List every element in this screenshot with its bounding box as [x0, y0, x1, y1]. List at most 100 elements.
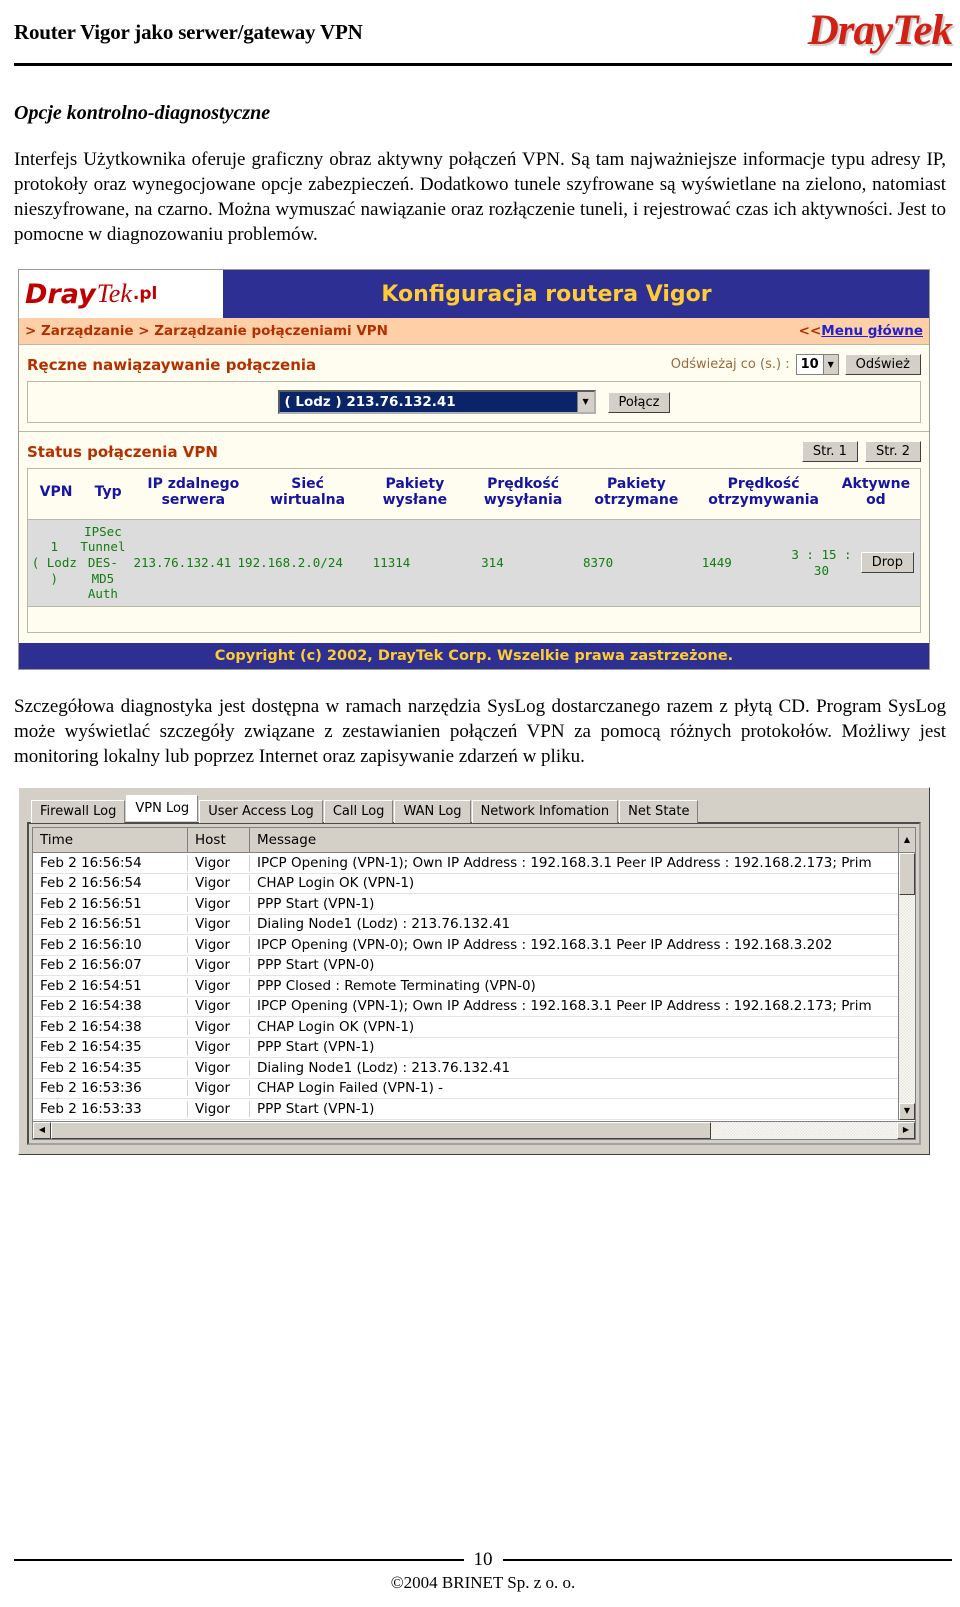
cell-host: Vigor	[188, 936, 250, 953]
cell-packets-sent: 11314	[372, 554, 411, 570]
page-content: Opcje kontrolno-diagnostyczne Interfejs …	[0, 102, 960, 1155]
list-item[interactable]: Feb 2 16:54:38 Vigor IPCP Opening (VPN-1…	[33, 997, 898, 1018]
cell-message: PPP Start (VPN-1)	[257, 1100, 375, 1117]
vpn-profile-selected: ( Lodz ) 213.76.132.41	[279, 392, 577, 413]
cell-message: IPCP Opening (VPN-1); Own IP Address : 1…	[257, 854, 872, 871]
scroll-left-icon[interactable]: ◀	[33, 1121, 51, 1139]
col-vpn: VPN	[39, 484, 73, 501]
cell-time: Feb 2 16:54:38	[33, 1018, 188, 1035]
manual-connect-section: Ręczne nawiązaywanie połączenia Odświeża…	[19, 344, 929, 431]
cell-host: Vigor	[188, 977, 250, 994]
log-grid-container: Time Host Message ▲ Feb 2 16:56:54 Vigor…	[27, 822, 921, 1145]
router-logo-tek: Tek	[96, 279, 132, 309]
cell-time: Feb 2 16:56:51	[33, 916, 188, 933]
horizontal-scrollbar-track[interactable]	[711, 1121, 897, 1139]
table-row: 1 ( Lodz ) IPSec Tunnel DES-MD5 Auth 213…	[27, 519, 921, 607]
list-item[interactable]: Feb 2 16:53:33 Vigor PPP Start (VPN-1)	[33, 1099, 898, 1120]
router-topbar: Dray Tek .pl Konfiguracja routera Vigor	[19, 270, 929, 319]
col-typ: Typ	[94, 484, 122, 501]
col-remote-ip: IP zdalnego serwera	[147, 476, 240, 508]
tab-user-access-log[interactable]: User Access Log	[199, 800, 323, 824]
column-header-host[interactable]: Host	[188, 828, 250, 853]
list-item[interactable]: Feb 2 16:56:51 Vigor Dialing Node1 (Lodz…	[33, 915, 898, 936]
page-1-button[interactable]: Str. 1	[801, 441, 858, 463]
tab-wan-log[interactable]: WAN Log	[394, 800, 471, 824]
log-grid: Time Host Message ▲ Feb 2 16:56:54 Vigor…	[32, 827, 916, 1140]
log-grid-header: Time Host Message ▲	[33, 828, 915, 854]
footer-rule-row: 10	[14, 1549, 952, 1571]
cell-time: Feb 2 16:53:36	[33, 1080, 188, 1097]
cell-speed-recv: 1449	[701, 554, 732, 570]
cell-time: Feb 2 16:54:51	[33, 977, 188, 994]
refresh-interval-label: Odświeżaj co (s.) :	[670, 357, 790, 373]
cell-remote-ip: 213.76.132.41	[133, 554, 232, 570]
vertical-scrollbar-track[interactable]	[899, 895, 915, 1103]
scroll-right-icon[interactable]: ▶	[897, 1121, 915, 1139]
cell-time: Feb 2 16:54:35	[33, 1039, 188, 1056]
list-item[interactable]: Feb 2 16:54:51 Vigor PPP Closed : Remote…	[33, 976, 898, 997]
list-item[interactable]: Feb 2 16:54:38 Vigor CHAP Login OK (VPN-…	[33, 1017, 898, 1038]
cell-time: Feb 2 16:56:54	[33, 875, 188, 892]
cell-message: CHAP Login OK (VPN-1)	[257, 1018, 415, 1035]
horizontal-scrollbar[interactable]: ◀ ▶	[33, 1120, 915, 1139]
cell-host: Vigor	[188, 957, 250, 974]
cell-host: Vigor	[188, 916, 250, 933]
column-header-message[interactable]: Message	[250, 828, 898, 853]
column-header-time[interactable]: Time	[33, 828, 188, 853]
chevron-down-icon: ▼	[576, 392, 594, 413]
vertical-scrollbar-thumb[interactable]	[899, 853, 915, 896]
router-logo: Dray Tek .pl	[19, 270, 224, 319]
table-empty-area	[27, 606, 921, 633]
profile-select-panel: ( Lodz ) 213.76.132.41 ▼ Połącz	[27, 381, 921, 424]
tab-firewall-log[interactable]: Firewall Log	[31, 800, 126, 824]
horizontal-scrollbar-thumb[interactable]	[51, 1121, 711, 1139]
footer-rule-left	[14, 1559, 464, 1561]
router-title: Konfiguracja routera Vigor	[381, 281, 712, 307]
cell-host: Vigor	[188, 875, 250, 892]
page-header: Router Vigor jako serwer/gateway VPN Dra…	[0, 0, 960, 72]
refresh-controls: Odświeżaj co (s.) : 10 ▼ Odśwież	[670, 354, 921, 376]
router-web-ui-screenshot: Dray Tek .pl Konfiguracja routera Vigor …	[18, 269, 930, 670]
list-item[interactable]: Feb 2 16:56:54 Vigor IPCP Opening (VPN-1…	[33, 853, 898, 874]
tab-vpn-log[interactable]: VPN Log	[126, 795, 199, 822]
cell-time: Feb 2 16:56:51	[33, 895, 188, 912]
list-item[interactable]: Feb 2 16:56:07 Vigor PPP Start (VPN-0)	[33, 956, 898, 977]
connect-button[interactable]: Połącz	[607, 391, 671, 413]
vertical-scrollbar[interactable]: ▼	[898, 853, 915, 1120]
footer-rule-right	[502, 1559, 952, 1561]
page-number: 10	[473, 1549, 493, 1570]
log-grid-body: Feb 2 16:56:54 Vigor IPCP Opening (VPN-1…	[33, 853, 898, 1120]
tab-call-log[interactable]: Call Log	[323, 800, 394, 824]
list-item[interactable]: Feb 2 16:54:35 Vigor Dialing Node1 (Lodz…	[33, 1058, 898, 1079]
router-copyright: Copyright (c) 2002, DrayTek Corp. Wszelk…	[19, 640, 929, 669]
draytek-logo: DrayTek	[734, 2, 953, 58]
cell-typ: IPSec Tunnel DES-MD5 Auth	[80, 523, 126, 602]
cell-host: Vigor	[188, 998, 250, 1015]
drop-button[interactable]: Drop	[860, 552, 914, 574]
drop-button-wrap: Drop	[860, 552, 918, 574]
cell-time: Feb 2 16:56:10	[33, 936, 188, 953]
tab-network-infomation[interactable]: Network Infomation	[471, 800, 619, 824]
cell-message: PPP Closed : Remote Terminating (VPN-0)	[257, 977, 536, 994]
tab-net-state[interactable]: Net State	[619, 800, 699, 824]
breadcrumb-bar: > Zarządzanie > Zarządzanie połączeniami…	[19, 318, 929, 345]
section-heading: Opcje kontrolno-diagnostyczne	[14, 102, 271, 124]
refresh-interval-select[interactable]: 10 ▼	[795, 354, 839, 376]
scroll-down-icon[interactable]: ▼	[899, 1102, 915, 1120]
page-2-button[interactable]: Str. 2	[864, 441, 921, 463]
vpn-table-header: VPN Typ IP zdalnego serwera Sieć wirtual…	[27, 468, 921, 520]
cell-vpn: 1 ( Lodz )	[31, 539, 77, 586]
vpn-profile-dropdown[interactable]: ( Lodz ) 213.76.132.41 ▼	[277, 390, 596, 415]
refresh-button[interactable]: Odśwież	[844, 354, 921, 376]
main-menu-link[interactable]: Menu główne	[821, 323, 923, 339]
table-header-row: VPN Typ IP zdalnego serwera Sieć wirtual…	[30, 473, 918, 512]
list-item[interactable]: Feb 2 16:53:36 Vigor CHAP Login Failed (…	[33, 1079, 898, 1100]
list-item[interactable]: Feb 2 16:56:54 Vigor CHAP Login OK (VPN-…	[33, 874, 898, 895]
list-item[interactable]: Feb 2 16:56:51 Vigor PPP Start (VPN-1)	[33, 894, 898, 915]
list-item[interactable]: Feb 2 16:54:35 Vigor PPP Start (VPN-1)	[33, 1038, 898, 1059]
cell-packets-recv: 8370	[583, 554, 614, 570]
list-item[interactable]: Feb 2 16:56:10 Vigor IPCP Opening (VPN-0…	[33, 935, 898, 956]
router-body: Ręczne nawiązaywanie połączenia Odświeża…	[19, 344, 929, 669]
router-logo-pl: .pl	[132, 284, 158, 305]
cell-message: CHAP Login OK (VPN-1)	[257, 875, 415, 892]
